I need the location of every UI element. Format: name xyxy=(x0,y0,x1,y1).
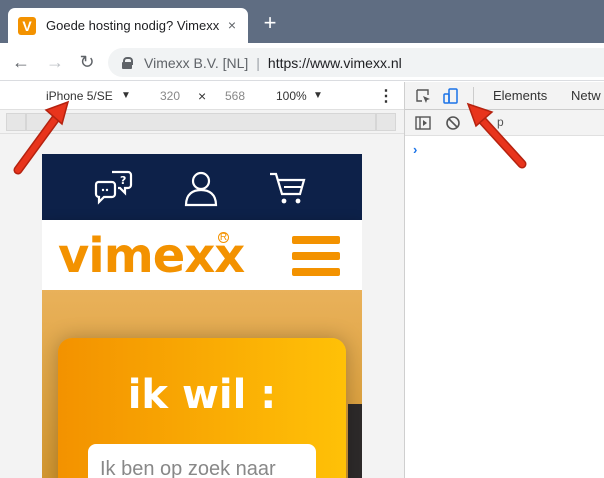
console-output[interactable]: › xyxy=(405,136,604,478)
zoom-dropdown-caret-icon[interactable]: ▼ xyxy=(313,90,323,101)
emulated-page: ? vimexx R ik wil : Ik ben op zoek naar xyxy=(42,154,362,478)
dimension-times: × xyxy=(198,88,207,104)
account-icon[interactable] xyxy=(180,168,222,208)
inspect-element-icon[interactable] xyxy=(415,88,431,104)
viewport-height[interactable]: 568 xyxy=(225,89,245,103)
reload-button[interactable]: ↻ xyxy=(76,51,98,73)
back-button[interactable]: ← xyxy=(10,51,32,73)
device-toolbar-toggle-icon[interactable] xyxy=(443,88,459,104)
more-options-icon[interactable]: ⋮ xyxy=(378,86,394,106)
site-top-bar: ? xyxy=(42,154,362,220)
tab-title: Goede hosting nodig? Vimexx - l xyxy=(46,18,221,33)
new-tab-button[interactable]: + xyxy=(260,12,280,34)
ruler-segment[interactable] xyxy=(26,113,376,131)
url-text: https://www.vimexx.nl xyxy=(267,54,402,71)
hero-photo xyxy=(348,404,362,478)
tab-network[interactable]: Netw xyxy=(571,88,601,103)
annotation-arrow-toggle-icon xyxy=(466,102,527,169)
hamburger-menu-icon[interactable] xyxy=(292,236,340,276)
tab-strip: V Goede hosting nodig? Vimexx - l × + xyxy=(0,0,604,43)
lock-icon xyxy=(122,56,133,69)
vimexx-favicon-icon: V xyxy=(18,16,36,35)
ruler-segment[interactable] xyxy=(376,113,396,131)
search-card: ik wil : Ik ben op zoek naar xyxy=(58,338,346,478)
address-separator: | xyxy=(256,54,260,71)
chat-help-icon[interactable]: ? xyxy=(94,168,136,208)
close-icon[interactable]: × xyxy=(224,17,240,33)
browser-tab[interactable]: V Goede hosting nodig? Vimexx - l × xyxy=(8,8,248,43)
annotation-arrow-device-icon xyxy=(13,100,70,175)
show-sidebar-icon[interactable] xyxy=(415,115,431,131)
address-bar[interactable]: Vimexx B.V. [NL] | https://www.vimexx.nl xyxy=(108,48,604,77)
svg-text:?: ? xyxy=(120,174,126,187)
search-input[interactable]: Ik ben op zoek naar xyxy=(88,444,316,478)
device-dropdown-caret-icon[interactable]: ▼ xyxy=(121,90,131,101)
cart-icon[interactable] xyxy=(266,168,308,208)
site-header: vimexx R xyxy=(42,220,362,290)
hero-headline: ik wil : xyxy=(127,372,277,418)
console-prompt[interactable]: › xyxy=(413,142,417,157)
forward-button[interactable]: → xyxy=(44,51,66,73)
browser-toolbar: ← → ↻ Vimexx B.V. [NL] | https://www.vim… xyxy=(0,43,604,81)
site-identity: Vimexx B.V. [NL] xyxy=(144,54,249,71)
zoom-select[interactable]: 100% xyxy=(276,89,307,103)
clear-console-icon[interactable] xyxy=(445,115,461,131)
registered-mark: R xyxy=(218,232,229,243)
viewport-width[interactable]: 320 xyxy=(160,89,180,103)
vimexx-logo[interactable]: vimexx xyxy=(58,228,245,284)
